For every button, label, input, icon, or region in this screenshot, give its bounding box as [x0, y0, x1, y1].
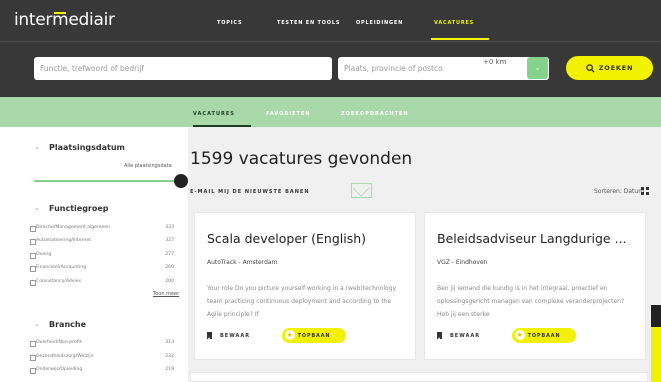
- job-title[interactable]: Beleidsadviseur Langdurige ...: [437, 231, 627, 246]
- tab-bar: [0, 97, 661, 127]
- filter-option[interactable]: Financieel/Accounting: [29, 265, 86, 272]
- job-card[interactable]: Scala developer (English) AutoTrack - Am…: [194, 212, 416, 360]
- job-description: Ben jij iemand die kundig is in het inte…: [437, 285, 625, 318]
- results-count-title: 1599 vacatures gevonden: [190, 149, 413, 169]
- nav-item-topics[interactable]: TOPICS: [217, 20, 242, 26]
- filter-count: 200: [165, 279, 174, 284]
- star-icon: ★: [515, 330, 525, 340]
- filter-option[interactable]: Consultancy/Advies: [29, 279, 81, 286]
- date-filter-value: Alle plaatsingsdata: [124, 163, 172, 169]
- job-description: Your role Do you picture yourself workin…: [207, 285, 397, 318]
- job-card[interactable]: [190, 372, 648, 382]
- feedback-tab-icon: [651, 305, 661, 327]
- active-tab-indicator: [193, 125, 251, 127]
- tab-favorieten[interactable]: FAVORIETEN: [266, 111, 311, 117]
- mail-icon[interactable]: [351, 183, 372, 198]
- filter-option[interactable]: Automatisering/Internet: [29, 238, 91, 245]
- filter-count: 219: [165, 367, 174, 372]
- page: { "header": { "logo": "intermediair", "n…: [0, 0, 661, 382]
- date-slider-handle[interactable]: [174, 174, 188, 188]
- job-title[interactable]: Scala developer (English): [207, 231, 366, 246]
- radius-dropdown[interactable]: ⌄: [527, 57, 548, 79]
- chevron-down-icon[interactable]: ⌄: [34, 320, 40, 328]
- email-alert-link[interactable]: E-MAIL MIJ DE NIEUWSTE BANEN: [190, 189, 310, 195]
- filter-count: 260: [165, 265, 174, 270]
- job-company: VGZ - Eindhoven: [437, 259, 488, 266]
- job-company: AutoTrack - Amsterdam: [207, 259, 278, 266]
- filter-title-functiegroep[interactable]: Functiegroep: [49, 204, 109, 213]
- job-card[interactable]: Beleidsadviseur Langdurige ... VGZ - Ein…: [424, 212, 646, 360]
- chevron-down-icon: ⌄: [534, 64, 541, 72]
- filter-count: 313: [165, 340, 174, 345]
- radius-value: +0 km: [483, 58, 507, 66]
- nav-item-vacatures[interactable]: VACATURES: [434, 20, 474, 26]
- keyword-search-input[interactable]: Functie, trefwoord of bedrijf: [34, 57, 332, 80]
- filter-option[interactable]: Onderwijs/Opleiding: [29, 367, 82, 374]
- active-nav-indicator: [431, 38, 489, 40]
- chevron-down-icon[interactable]: ⌄: [34, 204, 40, 212]
- filter-option[interactable]: Overig: [29, 252, 51, 259]
- save-label: BEWAAR: [220, 333, 251, 339]
- search-button[interactable]: ZOEKEN: [566, 56, 653, 80]
- filter-option[interactable]: Directie/Management algemeen: [30, 225, 110, 232]
- bookmark-icon: [437, 332, 442, 339]
- filter-count: 277: [165, 252, 174, 257]
- nav-item-testen-en-tools[interactable]: TESTEN EN TOOLS: [277, 20, 340, 26]
- tab-zoekopdrachten[interactable]: ZOEKOPDRACHTEN: [341, 111, 409, 117]
- filter-option[interactable]: Overheid/Non-profit: [29, 340, 81, 347]
- site-logo[interactable]: intermediair: [14, 10, 115, 30]
- filter-count: 232: [165, 354, 174, 359]
- star-icon: ★: [285, 330, 295, 340]
- date-slider-track[interactable]: [34, 180, 180, 182]
- topbaan-badge: ★ TOPBAAN: [512, 328, 576, 343]
- topbaan-badge: ★ TOPBAAN: [282, 328, 346, 343]
- search-icon: [586, 63, 595, 73]
- topbaan-label: TOPBAAN: [527, 332, 561, 339]
- filter-count: 333: [165, 225, 174, 230]
- nav-item-opleidingen[interactable]: OPLEIDINGEN: [356, 20, 403, 26]
- location-search-input[interactable]: Plaats, provincie of postco: [338, 57, 549, 80]
- bookmark-icon: [207, 332, 212, 339]
- filter-title-branche[interactable]: Branche: [49, 320, 86, 329]
- chevron-down-icon[interactable]: ⌄: [34, 143, 40, 151]
- filter-count: 327: [165, 238, 174, 243]
- filter-title-plaatsingsdatum[interactable]: Plaatsingsdatum: [49, 143, 125, 152]
- topbaan-label: TOPBAAN: [297, 332, 331, 339]
- save-label: BEWAAR: [450, 333, 481, 339]
- filter-option[interactable]: Gezondheidszorg/Welzijn: [30, 354, 94, 361]
- tab-vacatures[interactable]: VACATURES: [193, 111, 235, 117]
- grid-view-icon[interactable]: [641, 187, 649, 195]
- sort-select[interactable]: Sorteren: Datum: [594, 188, 644, 195]
- show-more-link[interactable]: Toon meer: [153, 291, 179, 297]
- search-button-label: ZOEKEN: [598, 64, 634, 72]
